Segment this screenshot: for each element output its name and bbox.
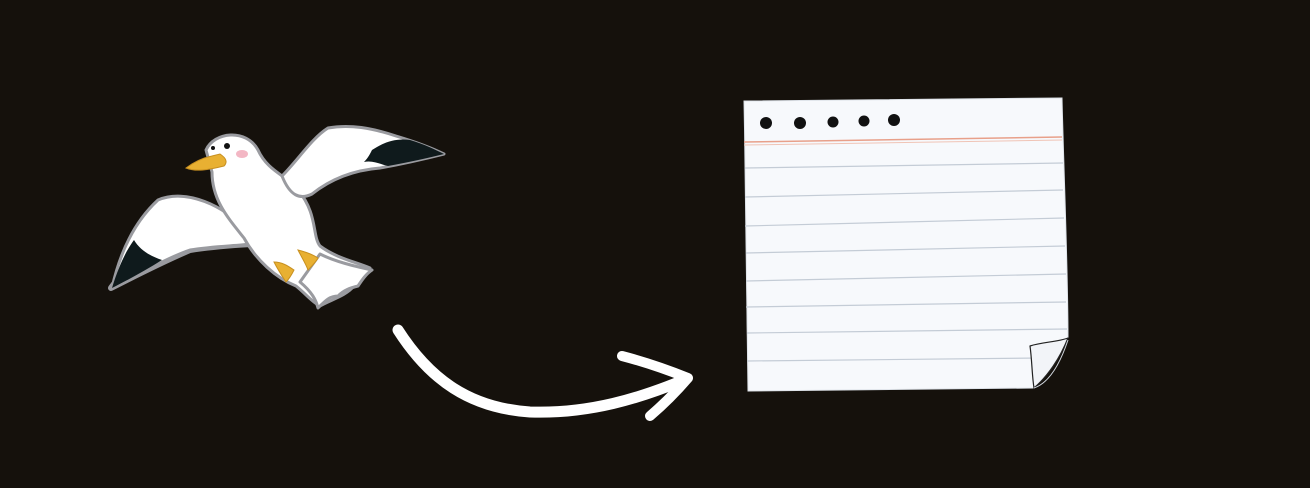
illustration-canvas <box>0 0 1310 488</box>
seagull-eye-2 <box>211 146 215 150</box>
seagull-icon <box>108 124 446 310</box>
seagull-eye <box>224 143 230 149</box>
lined-notepad-icon <box>743 97 1069 392</box>
arrow-shaft <box>392 324 690 418</box>
curved-arrow-right-icon <box>392 324 693 421</box>
seagull-cheek <box>236 150 248 158</box>
binding-hole <box>888 114 900 126</box>
illustration-svg <box>108 97 1069 421</box>
binding-hole <box>858 115 870 127</box>
binding-hole <box>827 116 839 128</box>
seagull-front-wing <box>280 124 446 199</box>
notepad-curled-corner <box>1029 337 1069 389</box>
binding-hole <box>760 117 772 129</box>
binding-hole <box>794 117 806 129</box>
